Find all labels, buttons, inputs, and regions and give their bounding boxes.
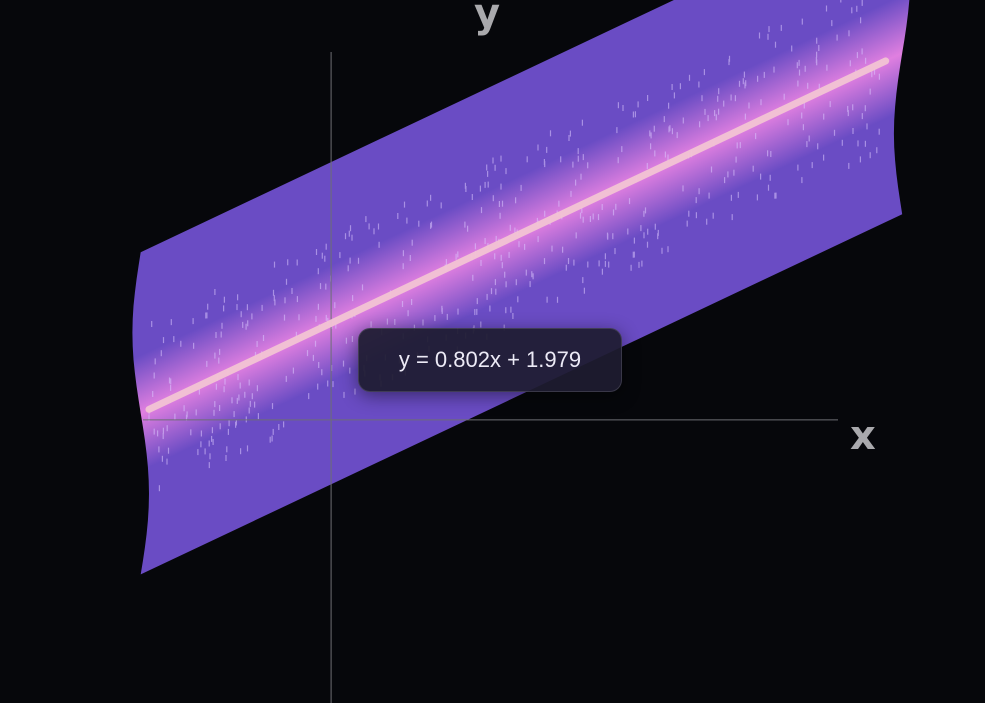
confidence-band: [132, 0, 910, 575]
equation-text: y = 0.802x + 1.979: [398, 347, 582, 372]
x-axis-title: x: [850, 413, 876, 459]
chart-canvas: y x y = 0.802x + 1.979: [0, 0, 985, 703]
equation-tooltip: y = 0.802x + 1.979: [358, 328, 622, 392]
y-axis-title: y: [474, 0, 501, 37]
